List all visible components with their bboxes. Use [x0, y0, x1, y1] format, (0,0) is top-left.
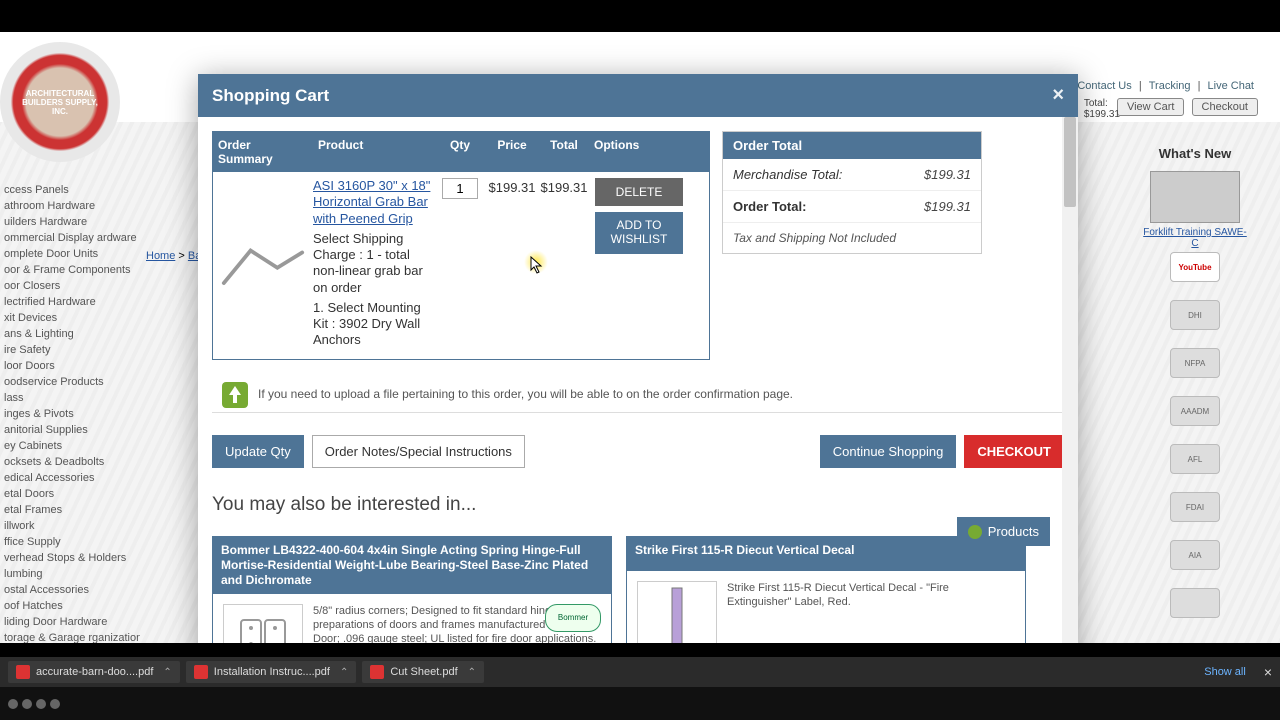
chevron-up-icon[interactable]: ⌃	[163, 667, 171, 678]
tax-shipping-note: Tax and Shipping Not Included	[723, 223, 981, 253]
col-summary: Order Summary	[213, 132, 313, 172]
chevron-up-icon[interactable]: ⌃	[468, 667, 476, 678]
close-icon[interactable]: ×	[1052, 84, 1064, 107]
interest-heading: You may also be interested in...	[212, 494, 1064, 516]
order-total-panel: Order Total Merchandise Total: $199.31 O…	[722, 131, 982, 254]
merch-total-label: Merchandise Total:	[733, 167, 842, 182]
col-qty: Qty	[435, 132, 485, 172]
order-total-title: Order Total	[723, 132, 981, 159]
rec1-title[interactable]: Bommer LB4322-400-604 4x4in Single Actin…	[213, 537, 611, 594]
download-item-1[interactable]: accurate-barn-doo....pdf⌃	[8, 661, 180, 683]
upload-arrow-icon	[222, 382, 248, 408]
chevron-up-icon[interactable]: ⌃	[340, 667, 348, 678]
delete-button[interactable]: DELETE	[595, 178, 683, 206]
modal-title: Shopping Cart	[212, 86, 329, 106]
product-option-mounting: 1. Select Mounting Kit : 3902 Dry Wall A…	[313, 300, 431, 349]
recommendation-card-1: Bommer LB4322-400-604 4x4in Single Actin…	[212, 536, 612, 644]
product-image[interactable]	[213, 178, 313, 349]
pdf-icon	[16, 665, 30, 679]
cart-actions: Update Qty Order Notes/Special Instructi…	[212, 435, 1064, 468]
product-link[interactable]: ASI 3160P 30" x 18" Horizontal Grab Bar …	[313, 178, 430, 226]
rec1-brand-badge: Bommer	[545, 604, 601, 632]
rec2-desc: Strike First 115-R Diecut Vertical Decal…	[727, 581, 1015, 610]
col-product: Product	[313, 132, 435, 172]
download-item-3[interactable]: Cut Sheet.pdf⌃	[362, 661, 484, 683]
modal-scrollbar[interactable]	[1062, 117, 1078, 643]
item-total: $199.31	[539, 178, 589, 349]
products-chip[interactable]: Products	[957, 517, 1050, 546]
order-total-value: $199.31	[924, 199, 971, 214]
continue-shopping-button[interactable]: Continue Shopping	[820, 435, 957, 468]
show-all-downloads[interactable]: Show all	[1204, 666, 1246, 678]
upload-note: If you need to upload a file pertaining …	[212, 378, 1064, 413]
windows-taskbar[interactable]	[0, 687, 1280, 720]
pdf-icon	[194, 665, 208, 679]
col-price: Price	[485, 132, 539, 172]
checkout-button[interactable]: CHECKOUT	[964, 435, 1064, 468]
order-notes-button[interactable]: Order Notes/Special Instructions	[312, 435, 525, 468]
cart-row: ASI 3160P 30" x 18" Horizontal Grab Bar …	[213, 172, 709, 359]
col-options: Options	[589, 132, 689, 172]
recommendation-card-2: Strike First 115-R Diecut Vertical Decal…	[626, 536, 1026, 644]
rec1-image[interactable]	[223, 604, 303, 644]
upload-note-text: If you need to upload a file pertaining …	[258, 386, 793, 402]
close-downloads-bar[interactable]: ×	[1264, 664, 1272, 680]
qty-input[interactable]	[442, 178, 478, 199]
product-option-shipping: Select Shipping Charge : 1 - total non-l…	[313, 231, 431, 296]
order-summary-table: Order Summary Product Qty Price Total Op…	[212, 131, 710, 360]
refresh-icon	[968, 525, 982, 539]
item-price: $199.31	[485, 178, 539, 349]
update-qty-button[interactable]: Update Qty	[212, 435, 304, 468]
shopping-cart-modal: Shopping Cart × Order Summary Product Qt…	[198, 74, 1078, 643]
order-total-label: Order Total:	[733, 199, 806, 214]
merch-total-value: $199.31	[924, 167, 971, 182]
pdf-icon	[370, 665, 384, 679]
rec2-image[interactable]	[637, 581, 717, 644]
add-to-wishlist-button[interactable]: ADD TO WISHLIST	[595, 212, 683, 254]
downloads-bar: accurate-barn-doo....pdf⌃ Installation I…	[0, 657, 1280, 687]
download-item-2[interactable]: Installation Instruc....pdf⌃	[186, 661, 357, 683]
col-total: Total	[539, 132, 589, 172]
